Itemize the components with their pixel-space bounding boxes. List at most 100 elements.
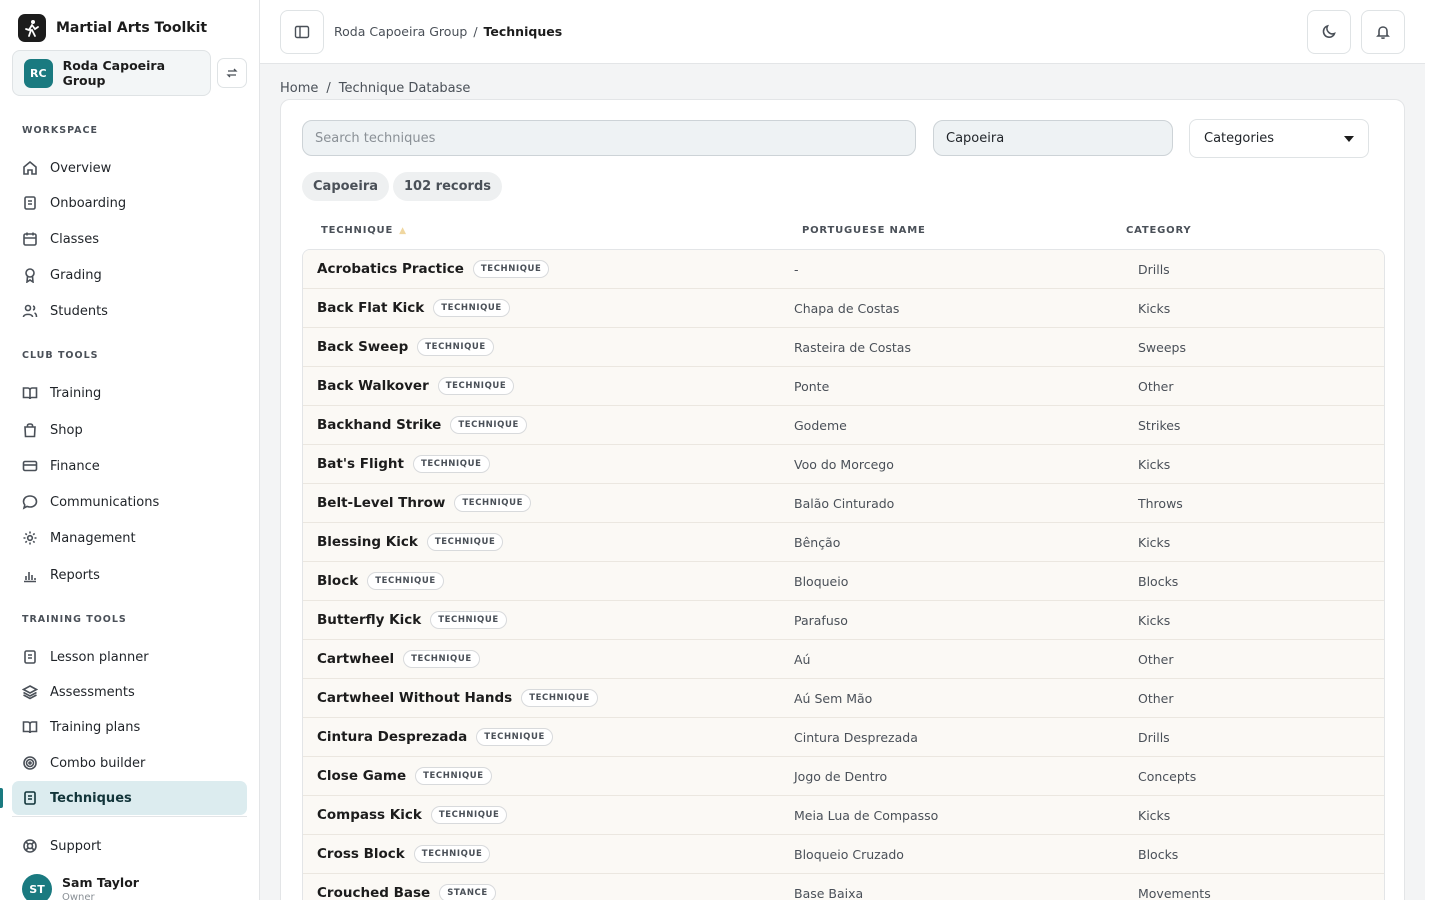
- table-row[interactable]: Close Game TECHNIQUE Jogo de Dentro Concept…: [303, 757, 1384, 796]
- technique-name[interactable]: Butterfly Kick: [317, 612, 421, 628]
- table-row[interactable]: Back Sweep TECHNIQUE Rasteira de Costas Swe…: [303, 328, 1384, 367]
- user-profile[interactable]: ST Sam Taylor Owner: [22, 874, 139, 900]
- avatar: ST: [22, 874, 52, 900]
- theme-toggle-button[interactable]: [1307, 10, 1351, 54]
- categories-dropdown-label: Categories: [1204, 131, 1275, 146]
- technique-name[interactable]: Compass Kick: [317, 807, 422, 823]
- sidebar-item-reports[interactable]: Reports: [12, 558, 247, 592]
- portuguese-name: Chapa de Costas: [794, 300, 900, 316]
- toggle-sidebar-button[interactable]: [280, 10, 324, 54]
- table-row[interactable]: Cross Block TECHNIQUE Bloqueio Cruzado Bloc…: [303, 835, 1384, 874]
- table-row[interactable]: Compass Kick TECHNIQUE Meia Lua de Compass…: [303, 796, 1384, 835]
- type-badge: TECHNIQUE: [426, 533, 504, 551]
- table-row[interactable]: Back Walkover TECHNIQUE Ponte Other: [303, 367, 1384, 406]
- switch-club-button[interactable]: [217, 58, 247, 88]
- sort-arrow-icon: ▲: [399, 226, 407, 236]
- technique-name[interactable]: Acrobatics Practice: [317, 261, 464, 277]
- technique-name[interactable]: Cintura Desprezada: [317, 729, 467, 745]
- sidebar-item-overview[interactable]: Overview: [12, 151, 247, 185]
- sidebar-item-label: Students: [50, 303, 108, 319]
- technique-name[interactable]: Blessing Kick: [317, 534, 418, 550]
- type-badge: TECHNIQUE: [433, 299, 510, 317]
- sidebar-item-students[interactable]: Students: [12, 294, 247, 328]
- sidebar-item-techniques[interactable]: Techniques: [12, 781, 247, 815]
- type-badge: TECHNIQUE: [403, 650, 480, 668]
- technique-name[interactable]: Backhand Strike: [317, 417, 441, 433]
- club-avatar: RC: [24, 58, 53, 88]
- table-row[interactable]: Cartwheel Without Hands TECHNIQUE Aú Sem M…: [303, 679, 1384, 718]
- sidebar-item-communications[interactable]: Communications: [12, 485, 247, 519]
- table-row[interactable]: Butterfly Kick TECHNIQUE Parafuso Kicks: [303, 601, 1384, 640]
- table-row[interactable]: Cintura Desprezada TECHNIQUE Cintura Despr…: [303, 718, 1384, 757]
- table-row[interactable]: Blessing Kick TECHNIQUE Bênção Kicks: [303, 523, 1384, 562]
- type-badge: TECHNIQUE: [413, 845, 491, 863]
- breadcrumb-current: Technique Database: [338, 81, 471, 96]
- table-row[interactable]: Acrobatics Practice TECHNIQUE - Drills: [303, 250, 1384, 289]
- technique-name[interactable]: Back Sweep: [317, 339, 408, 355]
- swap-icon: [226, 68, 238, 78]
- type-badge: TECHNIQUE: [412, 455, 490, 473]
- technique-name[interactable]: Back Walkover: [317, 378, 429, 394]
- search-input[interactable]: [302, 120, 916, 156]
- credit-card-icon: [22, 460, 38, 472]
- notifications-button[interactable]: [1361, 10, 1405, 54]
- technique-name[interactable]: Bat's Flight: [317, 456, 404, 472]
- technique-cell: Blessing Kick TECHNIQUE: [317, 523, 504, 561]
- style-filter-input[interactable]: [933, 120, 1173, 156]
- sidebar-item-training-plans[interactable]: Training plans: [12, 710, 247, 744]
- clipboard-icon: [24, 791, 36, 805]
- table-row[interactable]: Belt-Level Throw TECHNIQUE Balão Cinturado…: [303, 484, 1384, 523]
- top-bar: Roda Capoeira Group / Techniques: [260, 0, 1425, 64]
- portuguese-name: Ponte: [794, 378, 830, 394]
- club-selector[interactable]: RC Roda Capoeira Group: [12, 50, 211, 96]
- sidebar-item-label: Lesson planner: [50, 649, 149, 665]
- technique-name[interactable]: Crouched Base: [317, 885, 430, 900]
- technique-name[interactable]: Cartwheel Without Hands: [317, 690, 512, 706]
- lifebuoy-icon: [23, 839, 37, 853]
- club-name: Roda Capoeira Group: [62, 58, 166, 88]
- categories-dropdown[interactable]: Categories: [1189, 119, 1369, 158]
- technique-name[interactable]: Cartwheel: [317, 651, 394, 667]
- sidebar-item-onboarding[interactable]: Onboarding: [12, 186, 247, 220]
- breadcrumb-home[interactable]: Home: [280, 81, 318, 96]
- table-row[interactable]: Crouched Base STANCE Base Baixa Movements: [303, 874, 1384, 900]
- table-row[interactable]: Block TECHNIQUE Bloqueio Blocks: [303, 562, 1384, 601]
- technique-name[interactable]: Back Flat Kick: [317, 300, 424, 316]
- sidebar-item-support[interactable]: Support: [12, 829, 247, 863]
- technique-name[interactable]: Belt-Level Throw: [317, 495, 445, 511]
- breadcrumb-club[interactable]: Roda Capoeira Group: [334, 24, 467, 39]
- technique-cell: Crouched Base STANCE: [317, 874, 496, 900]
- category: Kicks: [1138, 612, 1171, 628]
- sidebar-item-shop[interactable]: Shop: [12, 413, 247, 447]
- users-icon: [22, 304, 38, 318]
- sidebar-item-label: Finance: [50, 458, 100, 474]
- type-badge: TECHNIQUE: [430, 806, 508, 824]
- sidebar-item-assessments[interactable]: Assessments: [12, 675, 247, 709]
- type-badge: TECHNIQUE: [472, 260, 550, 278]
- table-row[interactable]: Cartwheel TECHNIQUE Aú Other: [303, 640, 1384, 679]
- technique-name[interactable]: Close Game: [317, 768, 406, 784]
- technique-name[interactable]: Cross Block: [317, 846, 405, 862]
- sidebar-item-grading[interactable]: Grading: [12, 258, 247, 292]
- type-badge: TECHNIQUE: [450, 416, 527, 434]
- layers-icon: [22, 685, 38, 700]
- sidebar-item-label: Grading: [50, 267, 102, 283]
- category: Kicks: [1138, 300, 1171, 316]
- technique-name[interactable]: Block: [317, 573, 358, 589]
- sidebar-item-lesson-planner[interactable]: Lesson planner: [12, 640, 247, 674]
- table-row[interactable]: Back Flat Kick TECHNIQUE Chapa de Costas Ki…: [303, 289, 1384, 328]
- sidebar-item-training[interactable]: Training: [12, 376, 247, 410]
- column-header-category[interactable]: CATEGORY: [1126, 225, 1191, 236]
- sidebar-item-combo-builder[interactable]: Combo builder: [12, 746, 247, 780]
- column-header-portuguese-name[interactable]: PORTUGUESE NAME: [802, 225, 926, 236]
- scrollbar-track: [1425, 0, 1440, 900]
- sidebar-item-finance[interactable]: Finance: [12, 449, 247, 483]
- breadcrumb-current: Techniques: [483, 24, 563, 39]
- brand[interactable]: Martial Arts Toolkit: [18, 14, 207, 42]
- sidebar-item-classes[interactable]: Classes: [12, 222, 247, 256]
- category: Other: [1138, 651, 1174, 667]
- column-header-technique[interactable]: TECHNIQUE ▲: [321, 225, 407, 236]
- table-row[interactable]: Backhand Strike TECHNIQUE Godeme Strikes: [303, 406, 1384, 445]
- sidebar-item-management[interactable]: Management: [12, 521, 247, 555]
- table-row[interactable]: Bat's Flight TECHNIQUE Voo do Morcego Kicks: [303, 445, 1384, 484]
